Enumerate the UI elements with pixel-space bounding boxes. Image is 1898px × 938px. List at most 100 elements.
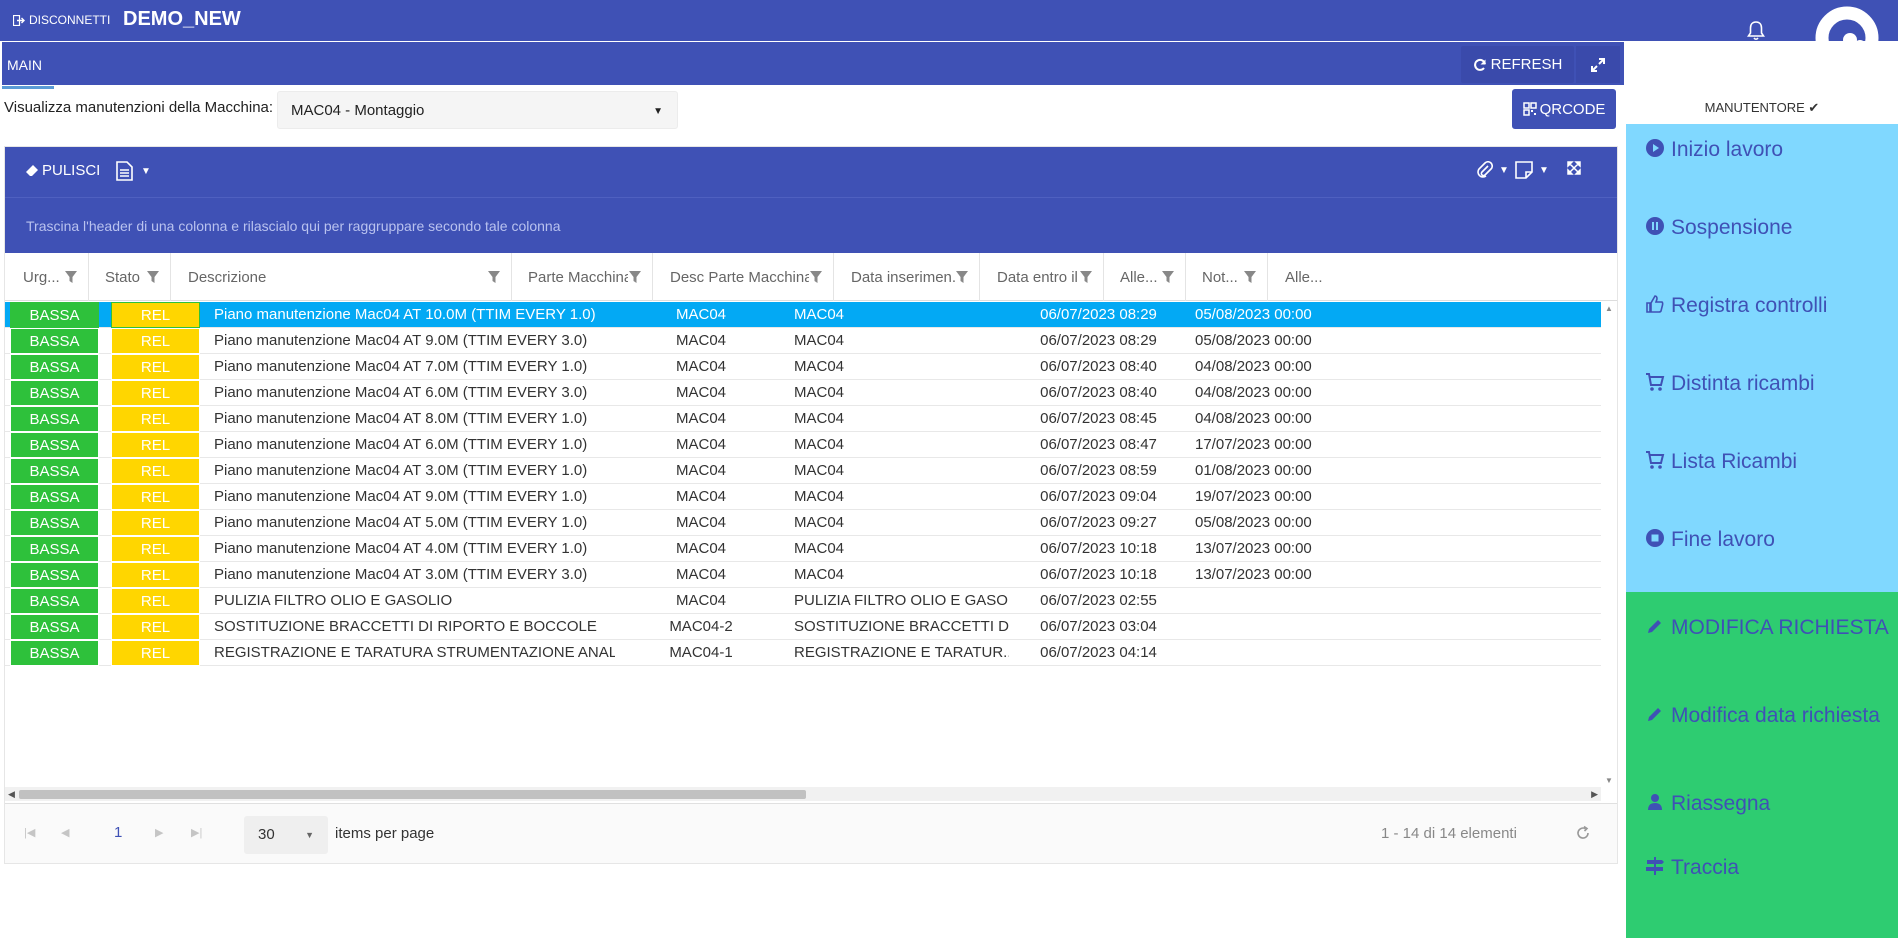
- urgency-badge: BASSA: [10, 302, 99, 328]
- caret-down-icon: ▼: [1539, 164, 1549, 176]
- first-page-icon[interactable]: |◀: [24, 826, 35, 839]
- cell-data-entro: [1195, 614, 1345, 640]
- table-row[interactable]: BASSA REL Piano manutenzione Mac04 AT 9.…: [5, 484, 1601, 510]
- filter-icon[interactable]: [1243, 270, 1257, 284]
- machine-select[interactable]: MAC04 - Montaggio ▼: [277, 91, 678, 129]
- disconnect-button[interactable]: DISCONNETTI: [13, 13, 110, 27]
- column-header-data-entro[interactable]: Data entro il: [980, 253, 1104, 301]
- table-row[interactable]: BASSA REL PULIZIA FILTRO OLIO E GASOLIO …: [5, 588, 1601, 614]
- action-distinta-ricambi[interactable]: Distinta ricambi: [1645, 368, 1890, 399]
- attachment-dropdown[interactable]: ▼: [1477, 161, 1509, 179]
- grid-fullscreen-button[interactable]: [1567, 161, 1581, 175]
- scroll-left-icon[interactable]: ◀: [8, 789, 15, 800]
- fullscreen-button[interactable]: [1576, 46, 1620, 83]
- filter-icon[interactable]: [809, 270, 823, 284]
- group-drop-panel[interactable]: Trascina l'header di una colonna e rilas…: [5, 197, 1617, 253]
- cart-icon: [1646, 451, 1665, 469]
- reload-icon[interactable]: [1575, 825, 1591, 841]
- table-row[interactable]: BASSA REL Piano manutenzione Mac04 AT 7.…: [5, 354, 1601, 380]
- cell-descrizione: Piano manutenzione Mac04 AT 3.0M (TTIM E…: [214, 566, 588, 583]
- filter-icon[interactable]: [628, 270, 642, 284]
- table-row[interactable]: BASSA REL Piano manutenzione Mac04 AT 6.…: [5, 432, 1601, 458]
- urgency-badge: BASSA: [10, 406, 99, 432]
- cell-parte-macchina: MAC04: [675, 592, 727, 609]
- column-header-data-inserimento[interactable]: Data inserimen...: [834, 253, 980, 301]
- filter-icon[interactable]: [1079, 270, 1093, 284]
- horizontal-scrollbar[interactable]: ◀ ▶: [5, 787, 1601, 801]
- export-dropdown[interactable]: ▼: [116, 161, 151, 181]
- tab-main[interactable]: MAIN: [7, 57, 42, 73]
- cell-data-inserimento: 06/07/2023 08:59: [1040, 462, 1157, 479]
- table-row[interactable]: BASSA REL Piano manutenzione Mac04 AT 3.…: [5, 562, 1601, 588]
- pulisci-button[interactable]: PULISCI: [25, 162, 100, 179]
- column-header-descrizione[interactable]: Descrizione: [171, 253, 512, 301]
- filter-icon[interactable]: [955, 270, 969, 284]
- cell-data-entro: 05/08/2023 00:00: [1195, 332, 1312, 349]
- cell-descrizione: PULIZIA FILTRO OLIO E GASOLIO: [214, 592, 453, 609]
- column-header-note[interactable]: Not...: [1186, 253, 1268, 301]
- vertical-scrollbar[interactable]: ▲ ▼: [1601, 302, 1617, 787]
- pause-circle-icon: [1646, 217, 1664, 235]
- column-header-desc-parte[interactable]: Desc Parte Macchina: [653, 253, 834, 301]
- filter-icon[interactable]: [1161, 270, 1175, 284]
- cell-data-entro: 13/07/2023 00:00: [1195, 566, 1312, 583]
- maintenance-grid: PULISCI ▼ ▼ ▼ Trascina l'header di una c…: [4, 146, 1618, 864]
- column-header-urgenza[interactable]: Urg...: [5, 253, 89, 301]
- note-dropdown[interactable]: ▼: [1515, 161, 1549, 179]
- status-badge: REL: [111, 432, 200, 458]
- table-row[interactable]: BASSA REL Piano manutenzione Mac04 AT 9.…: [5, 328, 1601, 354]
- cell-data-entro: [1195, 588, 1345, 614]
- cell-data-entro: 04/08/2023 00:00: [1195, 410, 1312, 427]
- filter-icon[interactable]: [64, 270, 78, 284]
- prev-page-icon[interactable]: ◀: [61, 826, 69, 839]
- action-registra-controlli[interactable]: Registra controlli: [1645, 290, 1890, 321]
- table-row[interactable]: BASSA REL Piano manutenzione Mac04 AT 4.…: [5, 536, 1601, 562]
- qrcode-button[interactable]: QRCODE: [1512, 89, 1616, 129]
- column-header-parte-macchina[interactable]: Parte Macchina: [512, 253, 653, 301]
- urgency-badge: BASSA: [10, 588, 99, 614]
- cell-data-inserimento: 06/07/2023 02:55: [1040, 592, 1157, 609]
- cell-data-inserimento: 06/07/2023 08:47: [1040, 436, 1157, 453]
- table-row[interactable]: BASSA REL Piano manutenzione Mac04 AT 3.…: [5, 458, 1601, 484]
- scroll-down-icon[interactable]: ▼: [1605, 776, 1613, 785]
- current-page[interactable]: 1: [114, 824, 122, 841]
- scroll-up-icon[interactable]: ▲: [1605, 304, 1613, 313]
- bell-icon[interactable]: [1746, 20, 1766, 42]
- table-row[interactable]: BASSA REL Piano manutenzione Mac04 AT 6.…: [5, 380, 1601, 406]
- action-lista-ricambi[interactable]: Lista Ricambi: [1645, 446, 1890, 477]
- horizontal-scroll-thumb[interactable]: [19, 790, 806, 799]
- table-row[interactable]: BASSA REL Piano manutenzione Mac04 AT 8.…: [5, 406, 1601, 432]
- table-row[interactable]: BASSA REL Piano manutenzione Mac04 AT 5.…: [5, 510, 1601, 536]
- page-size-select[interactable]: 30 ▼: [244, 816, 328, 854]
- filter-icon[interactable]: [146, 270, 160, 284]
- table-row[interactable]: BASSA REL Piano manutenzione Mac04 AT 10…: [5, 302, 1601, 328]
- cell-data-inserimento: 06/07/2023 08:29: [1040, 332, 1157, 349]
- urgency-badge: BASSA: [10, 484, 99, 510]
- table-row[interactable]: BASSA REL SOSTITUZIONE BRACCETTI DI RIPO…: [5, 614, 1601, 640]
- action-fine-lavoro[interactable]: Fine lavoro: [1645, 524, 1890, 555]
- cell-desc-parte: MAC04: [794, 332, 845, 349]
- scroll-right-icon[interactable]: ▶: [1591, 789, 1598, 800]
- last-page-icon[interactable]: ▶|: [191, 826, 202, 839]
- action-modifica-data-richiesta[interactable]: Modifica data richiesta: [1645, 700, 1890, 731]
- next-page-icon[interactable]: ▶: [155, 826, 163, 839]
- action-modifica-richiesta[interactable]: MODIFICA RICHIESTA: [1645, 612, 1890, 643]
- cell-data-entro: 13/07/2023 00:00: [1195, 540, 1312, 557]
- action-traccia[interactable]: Traccia: [1645, 852, 1890, 883]
- actions-primary: Inizio lavoro Sospensione Registra contr…: [1626, 124, 1898, 592]
- eraser-icon: [26, 165, 38, 176]
- cell-data-entro: 05/08/2023 00:00: [1195, 306, 1312, 323]
- column-header-allegati[interactable]: Alle...: [1104, 253, 1186, 301]
- filter-icon[interactable]: [487, 270, 501, 284]
- action-riassegna[interactable]: Riassegna: [1645, 788, 1890, 819]
- status-badge: REL: [111, 354, 200, 380]
- column-header-allegati-2[interactable]: Alle...: [1268, 253, 1338, 301]
- action-sospensione[interactable]: Sospensione: [1645, 212, 1890, 243]
- action-inizio-lavoro[interactable]: Inizio lavoro: [1645, 134, 1890, 165]
- cell-data-inserimento: 06/07/2023 08:29: [1040, 306, 1157, 323]
- cell-descrizione: REGISTRAZIONE E TARATURA STRUMENTAZIONE …: [214, 644, 615, 661]
- table-row[interactable]: BASSA REL REGISTRAZIONE E TARATURA STRUM…: [5, 640, 1601, 666]
- column-header-stato[interactable]: Stato: [89, 253, 171, 301]
- refresh-button[interactable]: REFRESH: [1461, 46, 1574, 83]
- cell-parte-macchina: MAC04: [675, 462, 727, 479]
